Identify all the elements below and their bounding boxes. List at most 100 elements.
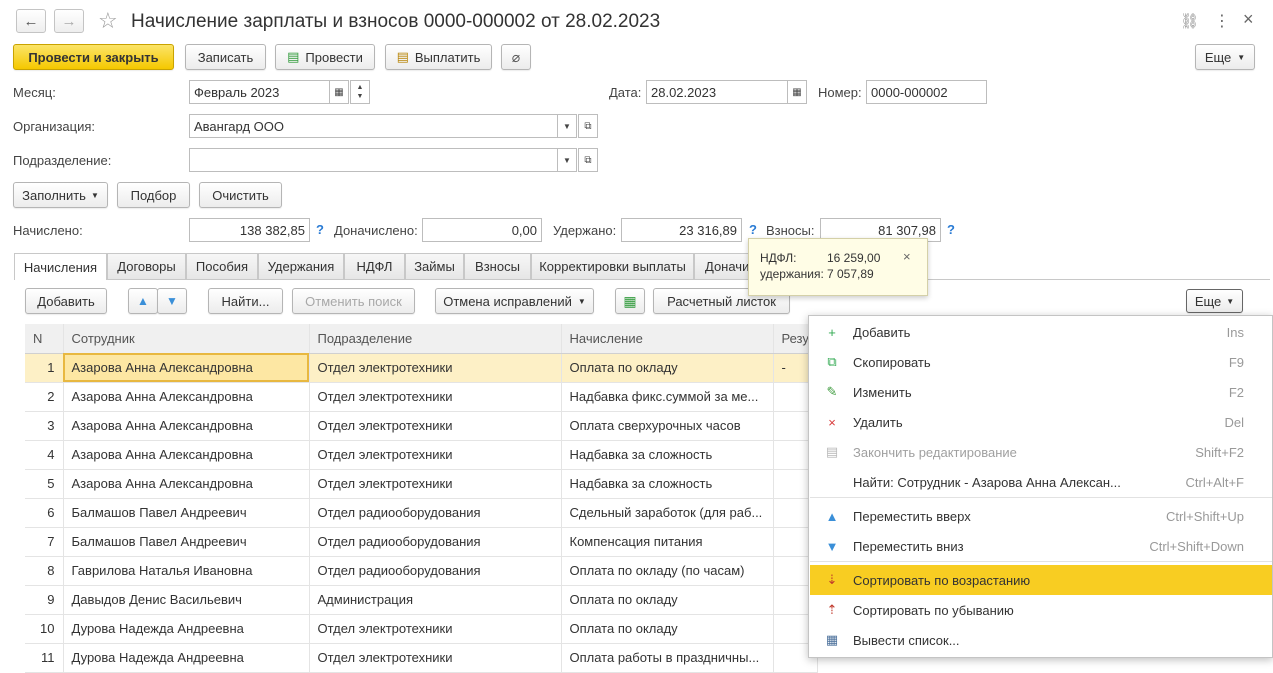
favorite-star-icon[interactable]: ☆ bbox=[98, 8, 118, 34]
dept-dropdown-icon[interactable]: ▼ bbox=[557, 148, 577, 172]
employee-cell[interactable]: Балмашов Павел Андреевич bbox=[63, 527, 310, 557]
tab-additional-accruals[interactable]: Доначи bbox=[694, 253, 754, 279]
column-header[interactable]: N bbox=[25, 324, 64, 354]
accrual-cell[interactable]: Оплата по окладу bbox=[561, 614, 774, 644]
back-button[interactable]: ← bbox=[16, 9, 46, 33]
table-row[interactable]: 8 Гаврилова Наталья Ивановна Отдел радио… bbox=[25, 556, 818, 586]
find-button[interactable]: Найти... bbox=[208, 288, 283, 314]
post-button[interactable]: ▤ Провести bbox=[275, 44, 375, 70]
menu-item[interactable]: ⧉ Скопировать F9 bbox=[810, 347, 1272, 377]
table-row[interactable]: 10 Дурова Надежда Андреевна Отдел электр… bbox=[25, 614, 818, 644]
employee-cell[interactable]: Балмашов Павел Андреевич bbox=[63, 498, 310, 528]
table-row[interactable]: 5 Азарова Анна Александровна Отдел элект… bbox=[25, 469, 818, 499]
tab-ndfl[interactable]: НДФЛ bbox=[344, 253, 405, 279]
department-cell[interactable]: Отдел электротехники bbox=[309, 469, 562, 499]
accrual-cell[interactable]: Надбавка за сложность bbox=[561, 440, 774, 470]
post-and-close-button[interactable]: Провести и закрыть bbox=[13, 44, 174, 70]
clear-button[interactable]: Очистить bbox=[199, 182, 282, 208]
table-row[interactable]: 6 Балмашов Павел Андреевич Отдел радиооб… bbox=[25, 498, 818, 528]
department-cell[interactable]: Отдел радиооборудования bbox=[309, 556, 562, 586]
employee-cell[interactable]: Гаврилова Наталья Ивановна bbox=[63, 556, 310, 586]
employee-cell[interactable]: Азарова Анна Александровна bbox=[63, 382, 310, 412]
accrued-help-icon[interactable]: ? bbox=[316, 222, 324, 237]
employee-cell[interactable]: Азарова Анна Александровна bbox=[63, 353, 310, 383]
table-row[interactable]: 3 Азарова Анна Александровна Отдел элект… bbox=[25, 411, 818, 441]
accrual-cell[interactable]: Надбавка за сложность bbox=[561, 469, 774, 499]
link-icon[interactable]: ⛓ bbox=[1180, 12, 1199, 30]
menu-item[interactable]: Найти: Сотрудник - Азарова Анна Алексан.… bbox=[810, 467, 1272, 497]
accrual-cell[interactable]: Оплата сверхурочных часов bbox=[561, 411, 774, 441]
department-cell[interactable]: Отдел электротехники bbox=[309, 353, 562, 383]
table-row[interactable]: 4 Азарова Анна Александровна Отдел элект… bbox=[25, 440, 818, 470]
menu-item[interactable]: ▲ Переместить вверх Ctrl+Shift+Up bbox=[810, 501, 1272, 531]
menu-item[interactable]: ▼ Переместить вниз Ctrl+Shift+Down bbox=[810, 531, 1272, 561]
move-down-button[interactable]: ▼ bbox=[157, 288, 187, 314]
dept-open-icon[interactable]: ⧉ bbox=[578, 148, 598, 172]
department-cell[interactable]: Отдел электротехники bbox=[309, 440, 562, 470]
tab-contracts[interactable]: Договоры bbox=[107, 253, 186, 279]
move-up-button[interactable]: ▲ bbox=[128, 288, 158, 314]
menu-item[interactable]: ▦ Вывести список... bbox=[810, 625, 1272, 655]
tab-contributions[interactable]: Взносы bbox=[464, 253, 531, 279]
tab-deductions[interactable]: Удержания bbox=[258, 253, 344, 279]
column-header[interactable]: Начисление bbox=[561, 324, 774, 354]
tooltip-close-icon[interactable]: × bbox=[903, 249, 911, 264]
more-vertical-icon[interactable]: ⋮ bbox=[1214, 11, 1230, 31]
employee-cell[interactable]: Азарова Анна Александровна bbox=[63, 440, 310, 470]
pick-button[interactable]: Подбор bbox=[117, 182, 190, 208]
table-row[interactable]: 9 Давыдов Денис Васильевич Администрация… bbox=[25, 585, 818, 615]
org-open-icon[interactable]: ⧉ bbox=[578, 114, 598, 138]
column-header[interactable]: Подразделение bbox=[309, 324, 562, 354]
grid-settings-button[interactable]: ▦ bbox=[615, 288, 645, 314]
month-spinner[interactable]: ▲ ▼ bbox=[350, 80, 370, 104]
menu-item[interactable]: × Удалить Del bbox=[810, 407, 1272, 437]
department-field[interactable] bbox=[189, 148, 558, 172]
tab-benefits[interactable]: Пособия bbox=[186, 253, 258, 279]
save-button[interactable]: Записать bbox=[185, 44, 266, 70]
employee-cell[interactable]: Азарова Анна Александровна bbox=[63, 411, 310, 441]
undo-corrections-button[interactable]: Отмена исправлений ▼ bbox=[435, 288, 594, 314]
attach-button[interactable]: ⌀ bbox=[501, 44, 531, 70]
month-field[interactable]: Февраль 2023 bbox=[189, 80, 330, 104]
accrual-cell[interactable]: Оплата по окладу (по часам) bbox=[561, 556, 774, 586]
table-row[interactable]: 7 Балмашов Павел Андреевич Отдел радиооб… bbox=[25, 527, 818, 557]
employee-cell[interactable]: Дурова Надежда Андреевна bbox=[63, 614, 310, 644]
tab-payment-corrections[interactable]: Корректировки выплаты bbox=[531, 253, 694, 279]
department-cell[interactable]: Отдел радиооборудования bbox=[309, 527, 562, 557]
close-icon[interactable]: × bbox=[1243, 9, 1254, 30]
table-row[interactable]: 1 Азарова Анна Александровна Отдел элект… bbox=[25, 353, 818, 383]
tab-accruals[interactable]: Начисления bbox=[14, 253, 107, 280]
contrib-help-icon[interactable]: ? bbox=[947, 222, 955, 237]
accrual-cell[interactable]: Надбавка фикс.суммой за ме... bbox=[561, 382, 774, 412]
accrual-cell[interactable]: Оплата по окладу bbox=[561, 353, 774, 383]
organization-field[interactable]: Авангард ООО bbox=[189, 114, 558, 138]
department-cell[interactable]: Отдел радиооборудования bbox=[309, 498, 562, 528]
cancel-search-button[interactable]: Отменить поиск bbox=[292, 288, 415, 314]
department-cell[interactable]: Администрация bbox=[309, 585, 562, 615]
number-field[interactable]: 0000-000002 bbox=[866, 80, 987, 104]
department-cell[interactable]: Отдел электротехники bbox=[309, 382, 562, 412]
add-row-button[interactable]: Добавить bbox=[25, 288, 107, 314]
accrual-cell[interactable]: Оплата по окладу bbox=[561, 585, 774, 615]
tab-loans[interactable]: Займы bbox=[405, 253, 464, 279]
menu-item[interactable]: ⇣ Сортировать по возрастанию bbox=[810, 565, 1272, 595]
grid-more-button[interactable]: Еще ▼ bbox=[1186, 289, 1243, 313]
table-row[interactable]: 2 Азарова Анна Александровна Отдел элект… bbox=[25, 382, 818, 412]
department-cell[interactable]: Отдел электротехники bbox=[309, 411, 562, 441]
more-button[interactable]: Еще ▼ bbox=[1195, 44, 1255, 70]
withheld-help-icon[interactable]: ? bbox=[749, 222, 757, 237]
department-cell[interactable]: Отдел электротехники bbox=[309, 614, 562, 644]
fill-button[interactable]: Заполнить ▼ bbox=[13, 182, 108, 208]
pay-button[interactable]: ▤ Выплатить bbox=[385, 44, 492, 70]
menu-item[interactable]: ✎ Изменить F2 bbox=[810, 377, 1272, 407]
menu-item[interactable]: ⇡ Сортировать по убыванию bbox=[810, 595, 1272, 625]
accrual-cell[interactable]: Сдельный заработок (для раб... bbox=[561, 498, 774, 528]
menu-item[interactable]: + Добавить Ins bbox=[810, 317, 1272, 347]
accrual-cell[interactable]: Компенсация питания bbox=[561, 527, 774, 557]
employee-cell[interactable]: Давыдов Денис Васильевич bbox=[63, 585, 310, 615]
calendar-icon[interactable]: ▦ bbox=[329, 80, 349, 104]
employee-cell[interactable]: Азарова Анна Александровна bbox=[63, 469, 310, 499]
date-field[interactable]: 28.02.2023 bbox=[646, 80, 788, 104]
date-calendar-icon[interactable]: ▦ bbox=[787, 80, 807, 104]
org-dropdown-icon[interactable]: ▼ bbox=[557, 114, 577, 138]
